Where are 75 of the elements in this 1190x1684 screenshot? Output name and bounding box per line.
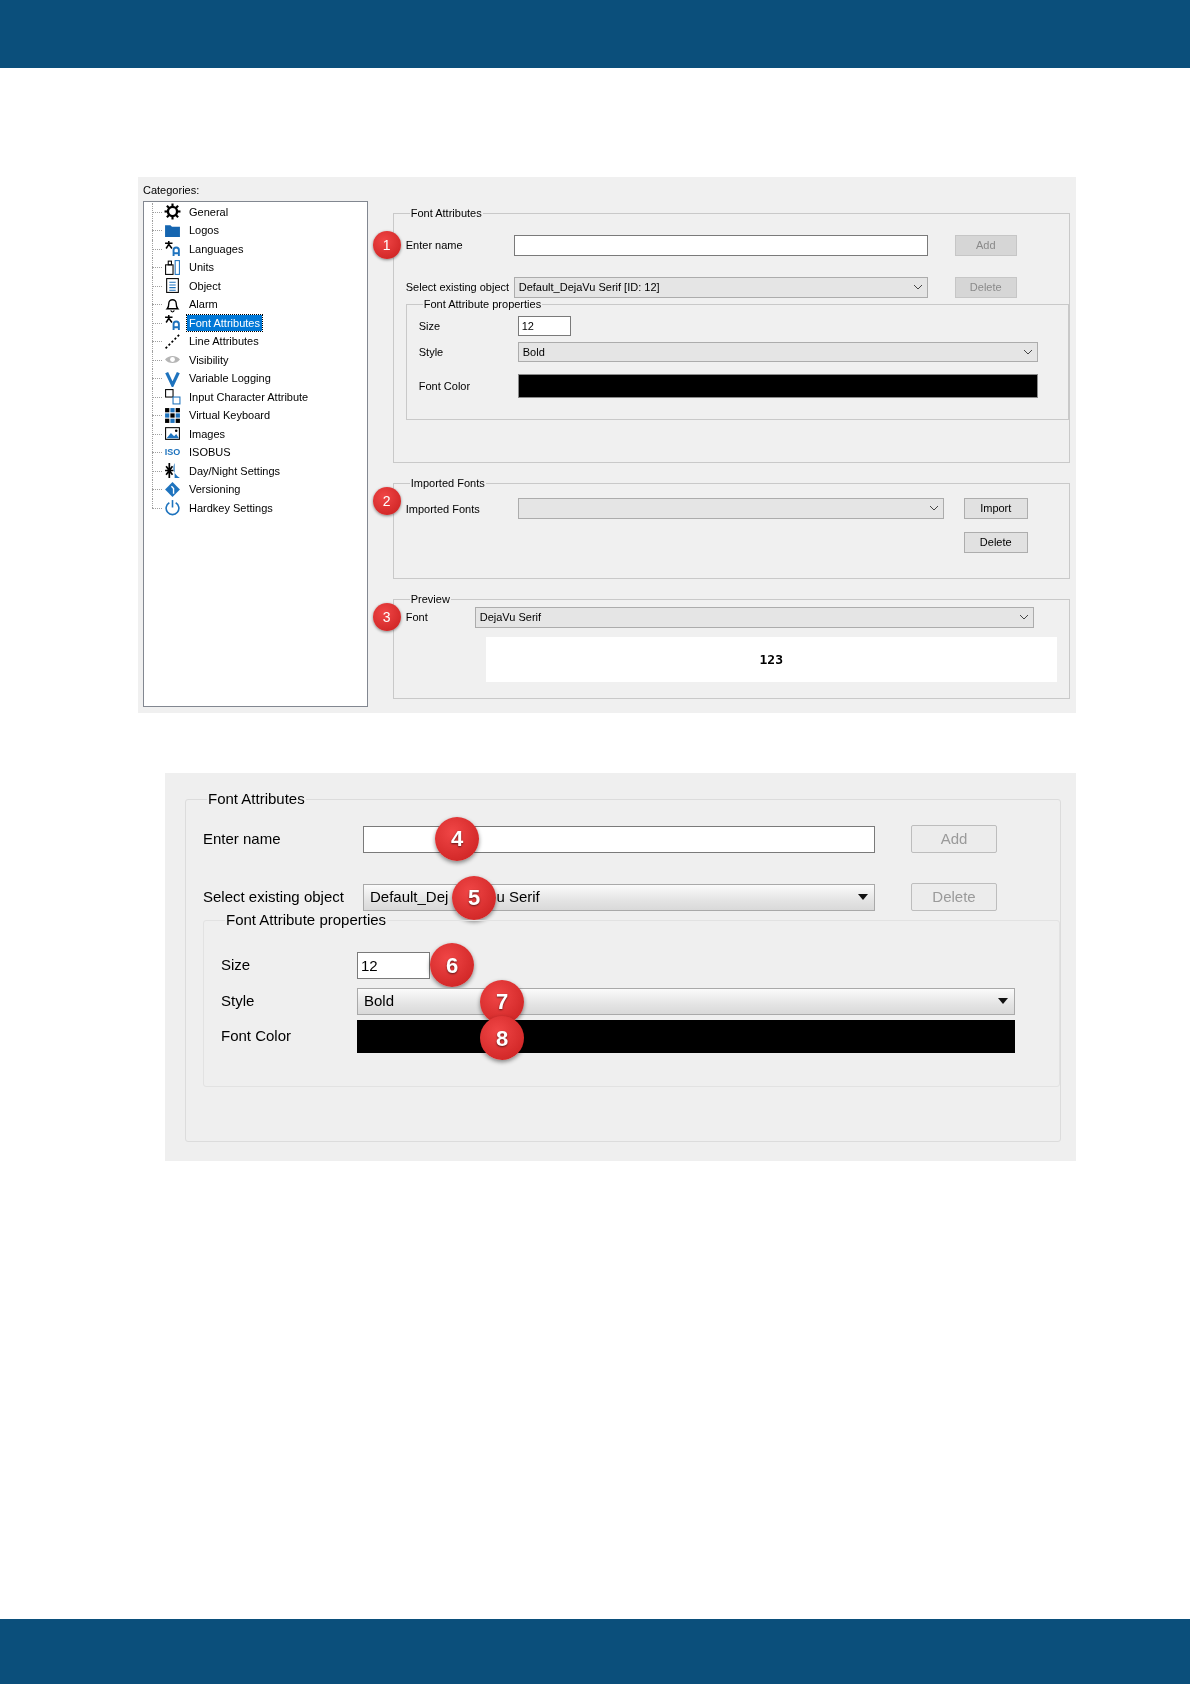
tree-item[interactable]: Logos xyxy=(187,222,221,239)
field-label: Font xyxy=(405,609,429,625)
translate-icon xyxy=(164,240,181,258)
tree-item[interactable]: Font Attributes xyxy=(187,314,262,331)
group-title: Preview xyxy=(409,593,451,607)
tree-item[interactable]: General xyxy=(187,203,231,220)
tree-item[interactable]: Units xyxy=(187,259,217,276)
keypad-icon xyxy=(164,406,181,424)
translate-icon xyxy=(164,314,181,332)
font-color-swatch[interactable] xyxy=(357,1020,1015,1053)
action-button[interactable]: Delete xyxy=(963,532,1028,554)
action-button[interactable]: Import xyxy=(963,498,1028,520)
font-color-swatch[interactable] xyxy=(517,374,1038,399)
field-label: Size xyxy=(221,954,252,975)
field-label: Enter name xyxy=(405,237,464,253)
size-input-field[interactable]: 12 xyxy=(517,316,571,337)
gear-icon xyxy=(164,203,181,221)
group-title: Font Attribute properties xyxy=(225,911,388,929)
group-title: Imported Fonts xyxy=(409,477,486,491)
callout-marker: 3 xyxy=(372,603,401,632)
tree-item[interactable]: Images xyxy=(187,425,228,442)
field-label: Font Color xyxy=(221,1026,293,1047)
tree-item[interactable]: Day/Night Settings xyxy=(187,462,283,479)
tree-item[interactable]: Virtual Keyboard xyxy=(187,407,273,424)
day-night-icon xyxy=(164,462,181,480)
tree-item[interactable]: Visibility xyxy=(187,351,231,368)
caret-icon xyxy=(1018,613,1029,621)
field-label: Select existing object xyxy=(203,886,345,907)
caret-icon xyxy=(1022,348,1033,356)
callout-marker: 8 xyxy=(480,1016,524,1060)
size-input-field[interactable]: 12 xyxy=(357,951,430,979)
v-mark-icon xyxy=(164,369,181,387)
iso-icon: ISO xyxy=(164,445,181,459)
power-icon xyxy=(164,499,181,517)
categories-label: Categories: xyxy=(143,183,201,198)
tree-item[interactable]: Versioning xyxy=(187,481,243,498)
document-icon xyxy=(164,277,181,295)
caret-icon xyxy=(858,894,868,900)
character-boxes-icon xyxy=(164,388,181,406)
callout-marker: 5 xyxy=(452,875,496,920)
callout-marker: 6 xyxy=(430,943,474,987)
group-title: Font Attributes xyxy=(207,790,306,808)
tree-item[interactable]: Alarm xyxy=(187,296,220,313)
caret-icon xyxy=(912,283,923,291)
image-icon xyxy=(164,425,181,443)
field-label: Enter name xyxy=(203,828,282,849)
tree-item[interactable]: Line Attributes xyxy=(187,333,261,350)
caret-icon xyxy=(928,505,939,513)
callout-marker: 1 xyxy=(372,231,401,260)
field-label: Size xyxy=(418,319,442,335)
callout-marker: 4 xyxy=(435,816,479,861)
preview-text: 123 xyxy=(485,637,1057,683)
boxes-icon xyxy=(164,258,181,276)
group-title: Font Attributes xyxy=(409,207,483,221)
tree-item[interactable]: Hardkey Settings xyxy=(187,499,275,516)
callout-marker: 2 xyxy=(372,487,401,516)
dotted-line-icon xyxy=(164,332,181,350)
field-label: Font Color xyxy=(418,379,472,395)
tree-item[interactable]: Object xyxy=(187,277,223,294)
group-title: Font Attribute properties xyxy=(422,298,543,312)
field-label: Style xyxy=(418,345,445,361)
caret-icon xyxy=(998,998,1008,1004)
field-label: Imported Fonts xyxy=(405,502,481,518)
diamond-icon xyxy=(164,480,181,498)
tree-item[interactable]: Languages xyxy=(187,240,246,257)
tree-item[interactable]: ISOBUS xyxy=(187,444,233,461)
dropdown[interactable]: Bold xyxy=(517,342,1038,363)
field-label: Select existing object xyxy=(405,279,511,295)
tree-item[interactable]: Variable Logging xyxy=(187,370,273,387)
name-input-field[interactable] xyxy=(363,825,875,853)
tree-item[interactable]: Input Character Attribute xyxy=(187,388,311,405)
field-label: Style xyxy=(221,990,256,1011)
dropdown[interactable]: Default_DejaVu Serif [ID: 12] xyxy=(513,276,928,298)
name-input-field[interactable] xyxy=(513,234,928,256)
dropdown[interactable]: DejaVu Serif xyxy=(474,606,1034,628)
